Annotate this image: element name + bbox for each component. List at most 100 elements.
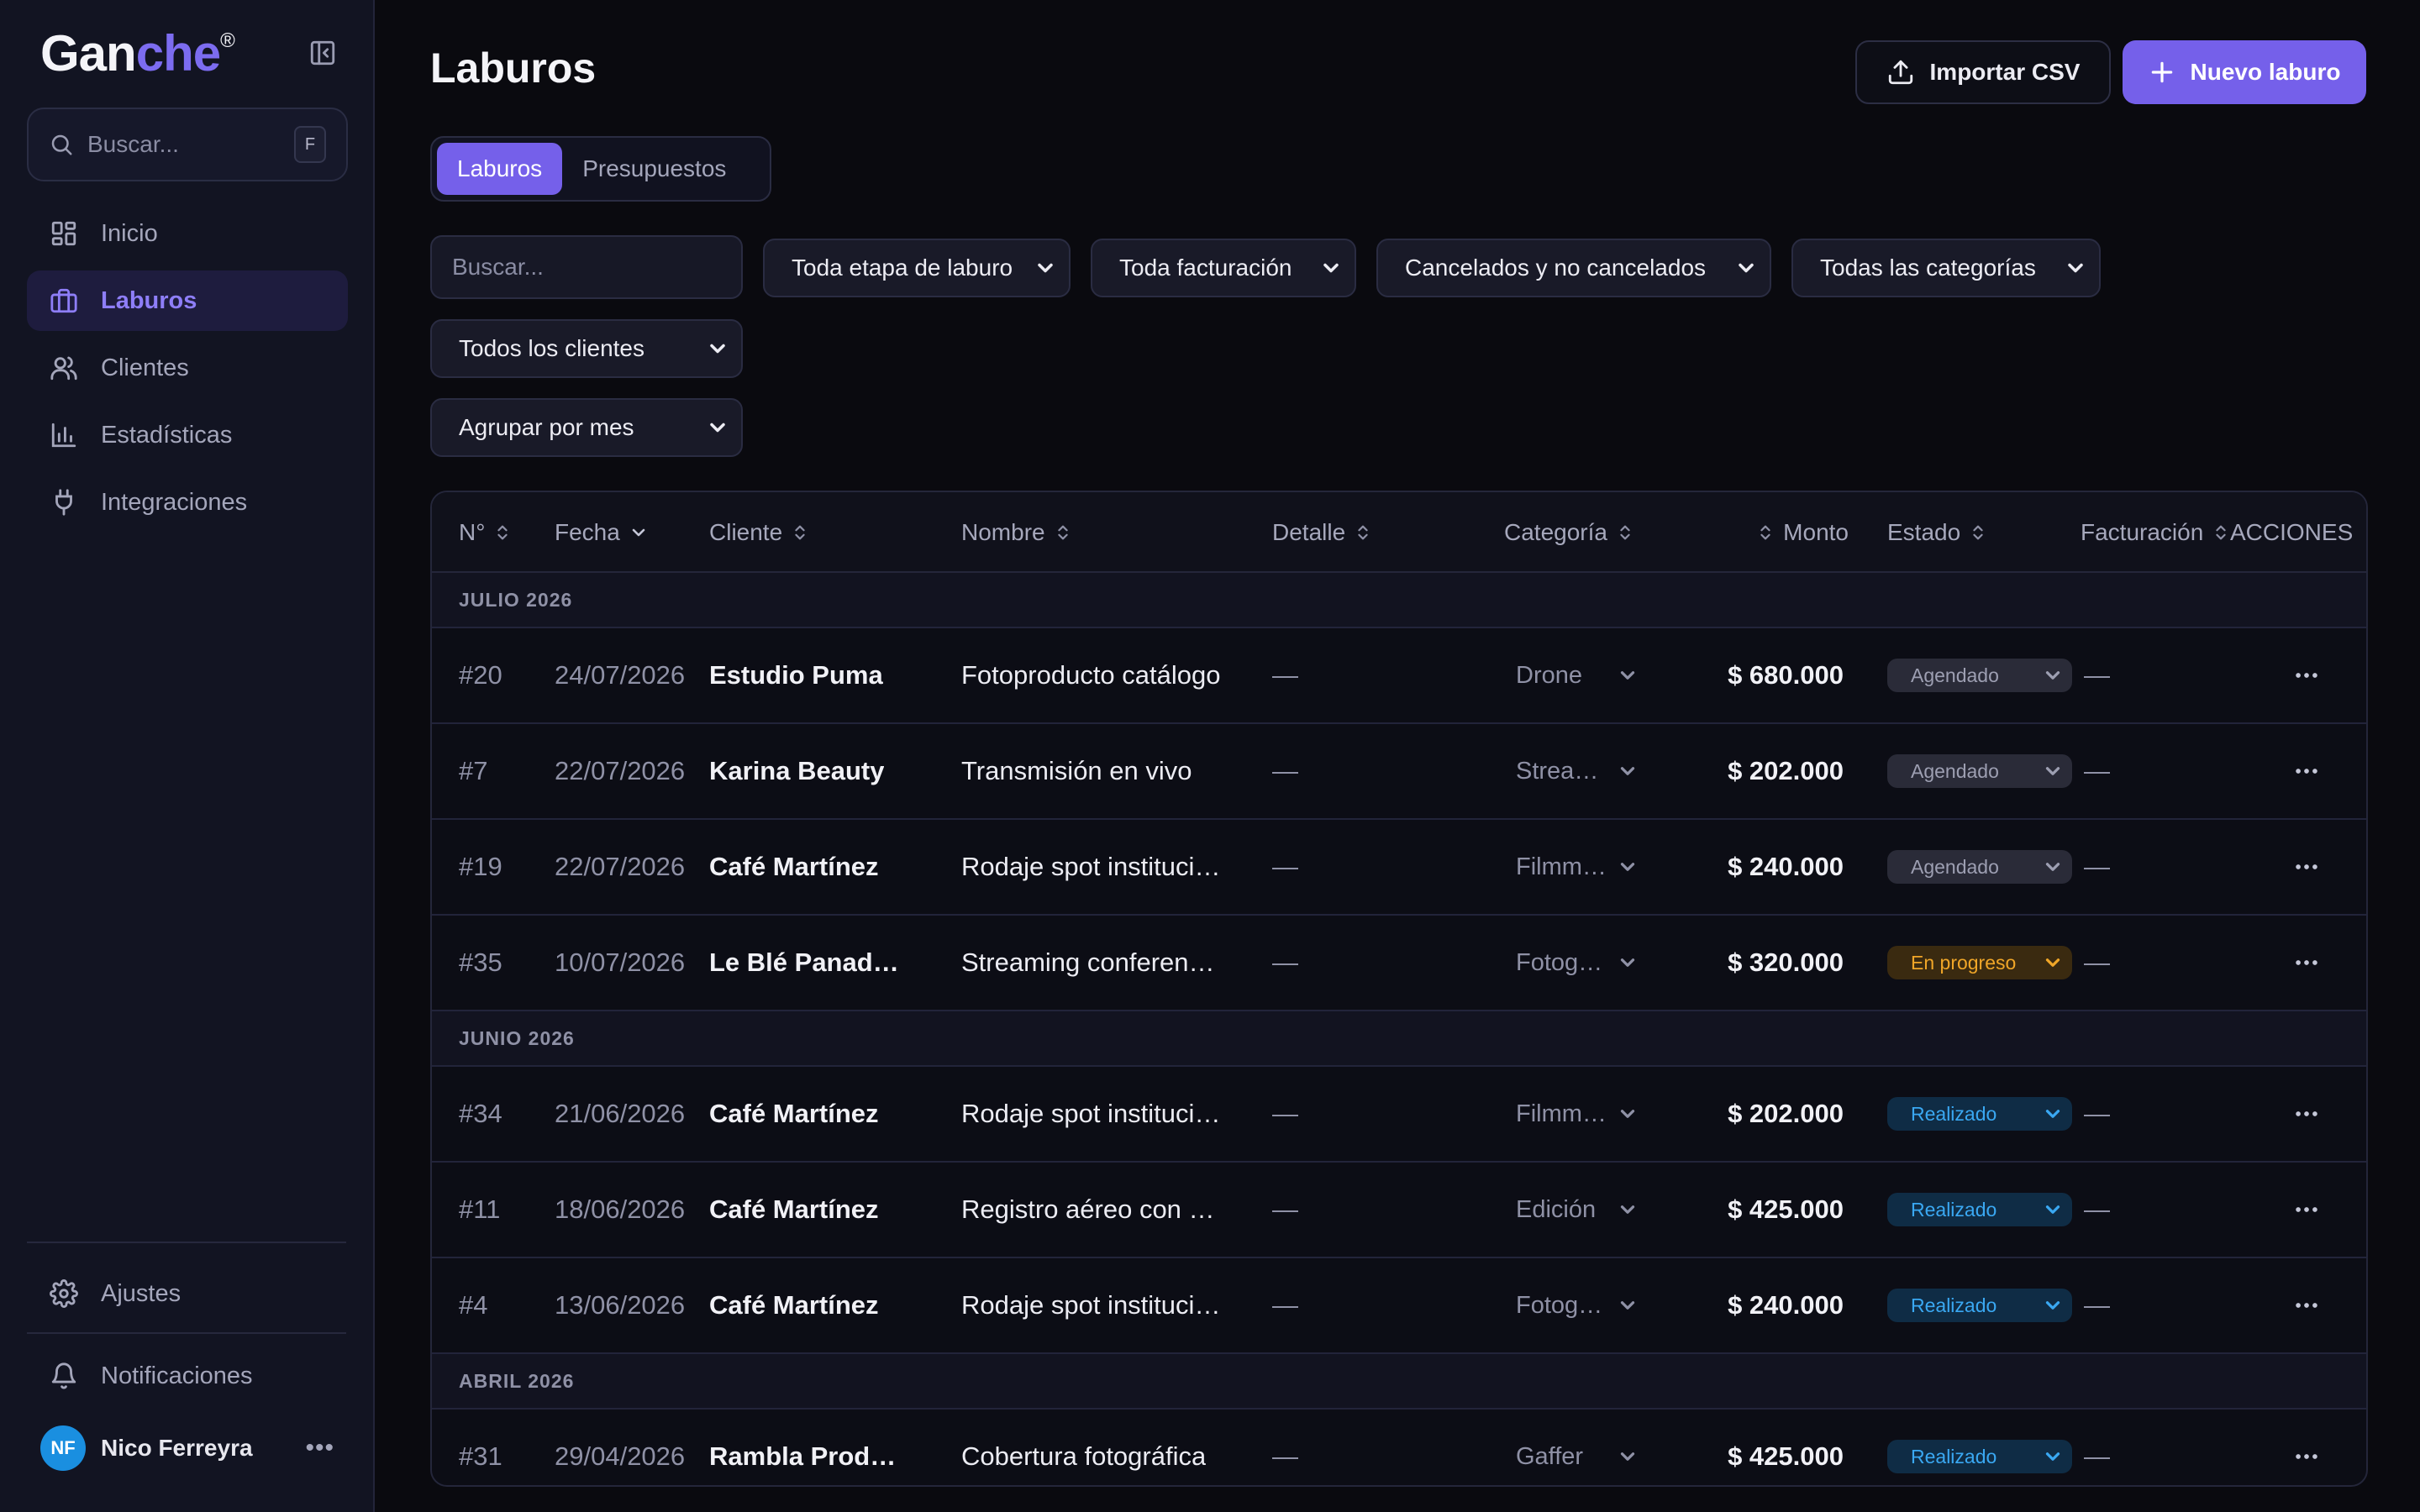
- col-header-name[interactable]: Nombre: [961, 492, 1072, 573]
- new-laburo-button[interactable]: Nuevo laburo: [2123, 40, 2366, 104]
- status-select[interactable]: Realizado: [1887, 1163, 2072, 1257]
- sidebar-item-integraciones[interactable]: Integraciones: [27, 472, 348, 533]
- filter-search-input[interactable]: Buscar...: [430, 235, 743, 299]
- status-badge[interactable]: Realizado: [1887, 1440, 2072, 1473]
- chevron-down-icon[interactable]: [1617, 1258, 1639, 1352]
- category-value: Streaming: [1516, 758, 1610, 785]
- cell-client[interactable]: Karina Beauty: [709, 724, 908, 818]
- col-header-amount[interactable]: Monto: [1689, 492, 1849, 573]
- cell-client[interactable]: Café Martínez: [709, 820, 908, 914]
- category-filter-select[interactable]: Todas las categorías: [1791, 239, 2101, 297]
- sidebar-item-estadisticas[interactable]: Estadísticas: [27, 405, 348, 465]
- chevron-down-icon[interactable]: [1617, 1410, 1639, 1485]
- sidebar-item-ajustes[interactable]: Ajustes: [27, 1263, 348, 1324]
- group-by-select[interactable]: Agrupar por mes: [430, 398, 743, 457]
- cell-name[interactable]: Fotoproducto catálogo: [961, 628, 1222, 722]
- row-actions-button[interactable]: [2292, 820, 2321, 914]
- table-row[interactable]: #7 22/07/2026 Karina Beauty Transmisión en …: [432, 724, 2366, 820]
- sidebar-item-notificaciones[interactable]: Notificaciones: [27, 1346, 348, 1406]
- sort-desc-icon: [629, 522, 649, 543]
- sidebar-item-notificaciones-wrap: Notificaciones: [27, 1346, 348, 1413]
- table-row[interactable]: #31 29/04/2026 Rambla Producciones Cobertur…: [432, 1410, 2366, 1485]
- row-actions-button[interactable]: [2292, 1410, 2321, 1485]
- chevron-down-icon[interactable]: [1617, 1163, 1639, 1257]
- col-header-status[interactable]: Estado: [1887, 492, 1987, 573]
- cancel-filter-select[interactable]: Cancelados y no cancelados: [1376, 239, 1771, 297]
- cell-amount: $ 240.000: [1728, 1290, 1844, 1320]
- cell-billing: —: [2084, 756, 2110, 785]
- status-select[interactable]: Agendado: [1887, 820, 2072, 914]
- table-row[interactable]: #34 21/06/2026 Café Martínez Rodaje spot in…: [432, 1067, 2366, 1163]
- tab-presupuestos[interactable]: Presupuestos: [562, 143, 746, 195]
- cell-name[interactable]: Rodaje spot institucional: [961, 1258, 1222, 1352]
- status-select[interactable]: Agendado: [1887, 724, 2072, 818]
- status-badge[interactable]: En progreso: [1887, 946, 2072, 979]
- table-row[interactable]: #20 24/07/2026 Estudio Puma Fotoproducto ca…: [432, 628, 2366, 724]
- chevron-down-icon[interactable]: [1617, 628, 1639, 722]
- cell-name[interactable]: Streaming conferencia: [961, 916, 1222, 1010]
- stage-filter-select[interactable]: Toda etapa de laburo: [763, 239, 1071, 297]
- col-header-label: Categoría: [1504, 519, 1607, 545]
- status-badge[interactable]: Agendado: [1887, 659, 2072, 692]
- cell-client[interactable]: Le Blé Panadería: [709, 916, 908, 1010]
- cell-name[interactable]: Registro aéreo con drone: [961, 1163, 1222, 1257]
- status-select[interactable]: Realizado: [1887, 1410, 2072, 1485]
- cell-client[interactable]: Café Martínez: [709, 1067, 908, 1161]
- chevron-down-icon[interactable]: [1617, 1067, 1639, 1161]
- row-actions-button[interactable]: [2292, 916, 2321, 1010]
- status-badge[interactable]: Agendado: [1887, 850, 2072, 884]
- cell-client[interactable]: Café Martínez: [709, 1258, 908, 1352]
- chevron-down-icon[interactable]: [1617, 724, 1639, 818]
- col-header-client[interactable]: Cliente: [709, 492, 809, 573]
- table-row[interactable]: #4 13/06/2026 Café Martínez Rodaje spot ins…: [432, 1258, 2366, 1354]
- sidebar-item-inicio[interactable]: Inicio: [27, 203, 348, 264]
- status-badge[interactable]: Realizado: [1887, 1193, 2072, 1226]
- cell-name[interactable]: Cobertura fotográfica: [961, 1410, 1222, 1485]
- row-actions-button[interactable]: [2292, 1258, 2321, 1352]
- more-horizontal-icon[interactable]: •••: [305, 1434, 334, 1462]
- table-row[interactable]: #35 10/07/2026 Le Blé Panadería Streaming c…: [432, 916, 2366, 1011]
- cell-billing: —: [2084, 1290, 2110, 1320]
- cell-name[interactable]: Rodaje spot institucional: [961, 1067, 1222, 1161]
- col-header-num[interactable]: N°: [459, 492, 512, 573]
- sidebar-item-clientes[interactable]: Clientes: [27, 338, 348, 398]
- tab-laburos[interactable]: Laburos: [437, 143, 563, 195]
- status-select[interactable]: Realizado: [1887, 1067, 2072, 1161]
- row-actions-button[interactable]: [2292, 1067, 2321, 1161]
- cell-client[interactable]: Rambla Producciones: [709, 1410, 908, 1485]
- import-csv-button[interactable]: Importar CSV: [1855, 40, 2111, 104]
- chevron-down-icon[interactable]: [1617, 916, 1639, 1010]
- status-badge[interactable]: Agendado: [1887, 754, 2072, 788]
- status-badge[interactable]: Realizado: [1887, 1097, 2072, 1131]
- status-badge[interactable]: Realizado: [1887, 1289, 2072, 1322]
- cell-client[interactable]: Estudio Puma: [709, 628, 908, 722]
- status-select[interactable]: Agendado: [1887, 628, 2072, 722]
- col-header-label: ACCIONES: [2230, 519, 2354, 545]
- table-row[interactable]: #19 22/07/2026 Café Martínez Rodaje spot in…: [432, 820, 2366, 916]
- row-actions-button[interactable]: [2292, 628, 2321, 722]
- sidebar-item-laburos[interactable]: Laburos: [27, 270, 348, 331]
- sidebar-item-label: Integraciones: [101, 488, 248, 516]
- clients-filter-select[interactable]: Todos los clientes: [430, 319, 743, 378]
- status-select[interactable]: En progreso: [1887, 916, 2072, 1010]
- row-actions-button[interactable]: [2292, 724, 2321, 818]
- billing-filter-select[interactable]: Toda facturación: [1091, 239, 1356, 297]
- collapse-sidebar-button[interactable]: [306, 36, 339, 70]
- chevron-down-icon[interactable]: [1617, 820, 1639, 914]
- user-menu[interactable]: NF Nico Ferreyra •••: [40, 1425, 334, 1472]
- cell-name[interactable]: Rodaje spot institucional: [961, 820, 1222, 914]
- table-row[interactable]: #11 18/06/2026 Café Martínez Registro aéreo…: [432, 1163, 2366, 1258]
- chevron-down-icon: [2064, 256, 2087, 280]
- col-header-billing[interactable]: Facturación: [2081, 492, 2230, 573]
- status-select[interactable]: Realizado: [1887, 1258, 2072, 1352]
- cell-name[interactable]: Transmisión en vivo: [961, 724, 1222, 818]
- select-value: Agrupar por mes: [459, 414, 634, 440]
- col-header-date[interactable]: Fecha: [555, 492, 649, 573]
- col-header-detail[interactable]: Detalle: [1272, 492, 1372, 573]
- app-logo[interactable]: Ganche®: [40, 24, 235, 82]
- sidebar-search[interactable]: Buscar... F: [27, 108, 348, 181]
- col-header-category[interactable]: Categoría: [1504, 492, 1634, 573]
- logo-text: Gan: [40, 24, 137, 81]
- row-actions-button[interactable]: [2292, 1163, 2321, 1257]
- cell-client[interactable]: Café Martínez: [709, 1163, 908, 1257]
